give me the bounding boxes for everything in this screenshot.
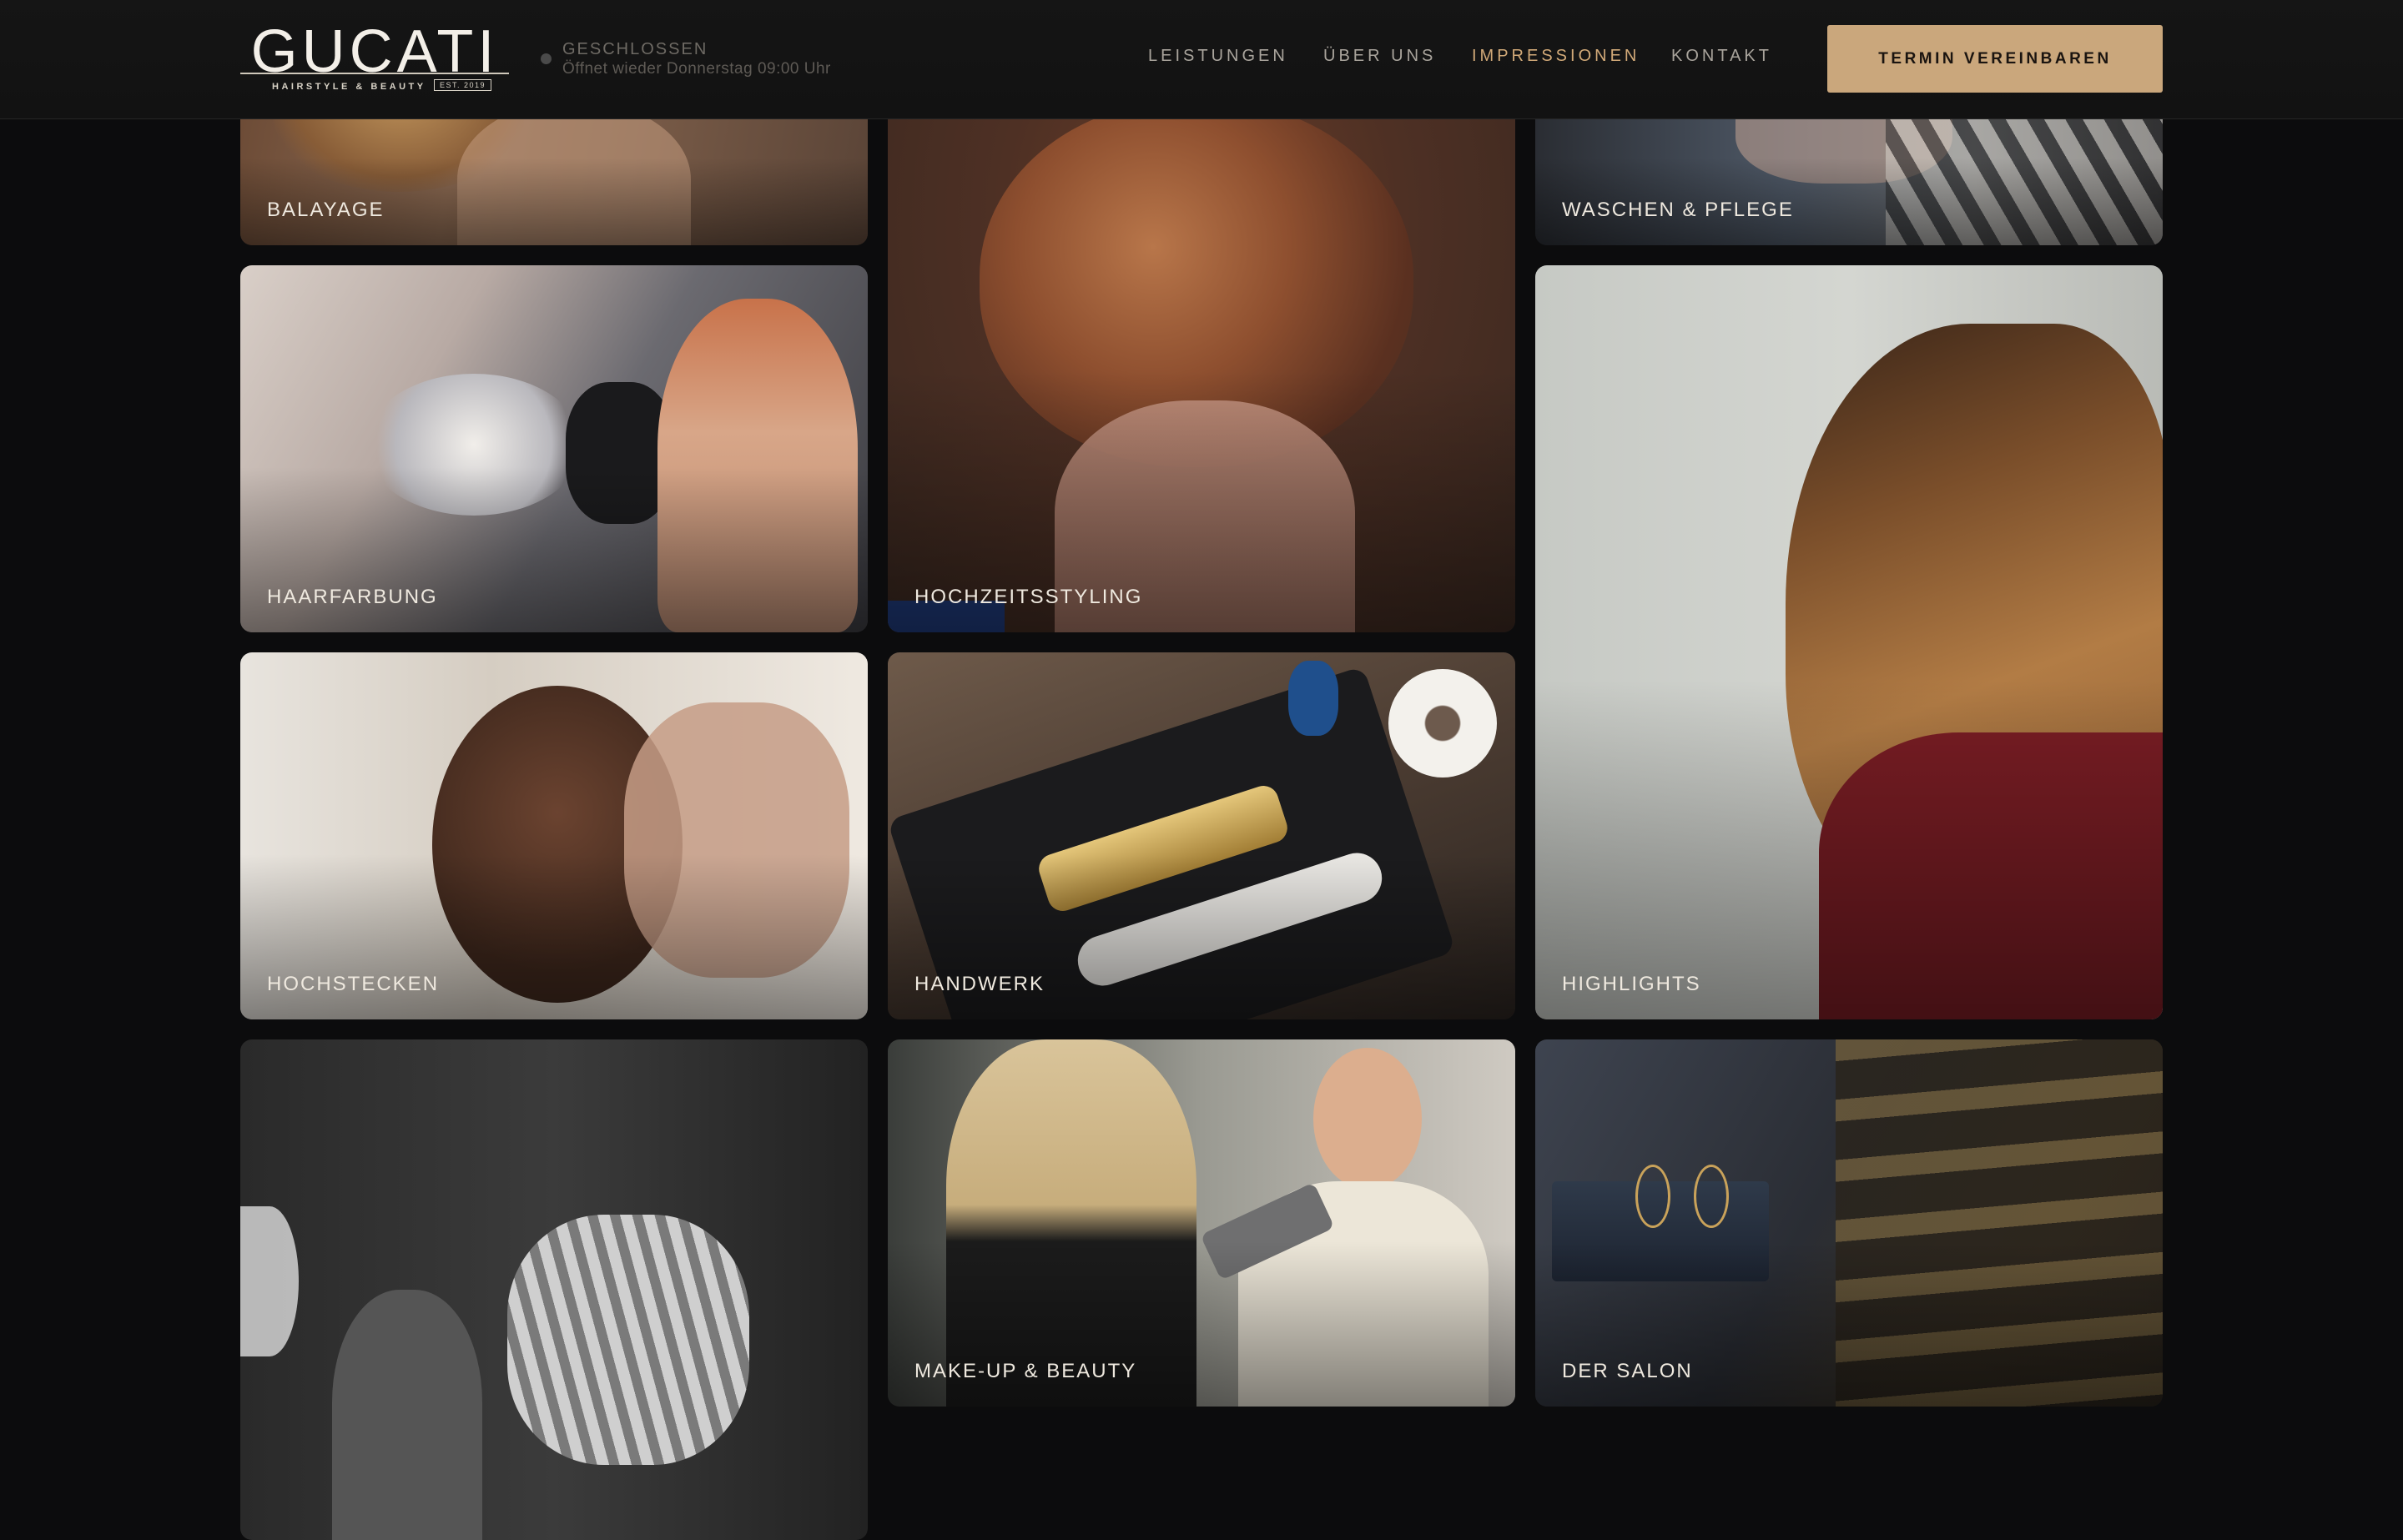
brand-tagline: HAIRSTYLE & BEAUTY	[272, 82, 426, 92]
nav-item-leistungen[interactable]: LEISTUNGEN	[1148, 47, 1288, 66]
brand-name: GUCATI	[250, 18, 499, 85]
tile-shade	[1535, 680, 2163, 1019]
nav-item-impressionen[interactable]: IMPRESSIONEN	[1472, 47, 1640, 66]
status-note: Öffnet wieder Donnerstag 09:00 Uhr	[562, 60, 831, 78]
foil-head-bw	[507, 1215, 749, 1465]
gallery-tile-make-up-beauty[interactable]: MAKE-UP & BEAUTY	[888, 1039, 1515, 1407]
salon-mirror-2	[1694, 1165, 1729, 1228]
gallery-tile-hochstecken[interactable]: HOCHSTECKEN	[240, 652, 868, 1019]
logo-divider	[240, 73, 509, 74]
gallery-tile-foil-bw[interactable]	[240, 1039, 868, 1540]
blue-bottle	[1288, 661, 1338, 736]
tile-caption: WASCHEN & PFLEGE	[1562, 199, 1794, 221]
mirror-bw	[240, 1206, 299, 1356]
tile-caption: HOCHSTECKEN	[267, 973, 440, 995]
tile-caption: HAARFARBUNG	[267, 586, 438, 608]
nav-item-ueber-uns[interactable]: ÜBER UNS	[1323, 47, 1436, 66]
nav-item-kontakt[interactable]: KONTAKT	[1671, 47, 1772, 66]
status-dot-icon	[541, 53, 552, 64]
gallery-tile-haarfarbung[interactable]: HAARFARBUNG	[240, 265, 868, 632]
tile-caption: MAKE-UP & BEAUTY	[914, 1360, 1137, 1382]
tile-caption: HIGHLIGHTS	[1562, 973, 1701, 995]
book-appointment-button[interactable]: TERMIN VEREINBAREN	[1827, 25, 2163, 93]
tile-caption: HANDWERK	[914, 973, 1045, 995]
gallery-tile-highlights[interactable]: HIGHLIGHTS	[1535, 265, 2163, 1019]
tile-caption: DER SALON	[1562, 1360, 1693, 1382]
gallery-tile-hochzeitsstyling[interactable]: HOCHZEITSSTYLING	[888, 50, 1515, 632]
tile-caption: BALAYAGE	[267, 199, 385, 221]
status-state: GESCHLOSSEN	[562, 40, 708, 58]
salon-mirror-1	[1635, 1165, 1670, 1228]
paper-roll	[1388, 669, 1497, 778]
gallery-tile-der-salon[interactable]: DER SALON	[1535, 1039, 2163, 1407]
stylist-bw	[332, 1290, 482, 1540]
tile-caption: HOCHZEITSSTYLING	[914, 586, 1143, 608]
site-header: GUCATI HAIRSTYLE & BEAUTY EST. 2019 GESC…	[0, 0, 2403, 119]
gallery-tile-handwerk[interactable]: HANDWERK	[888, 652, 1515, 1019]
brand-est-badge: EST. 2019	[434, 79, 492, 91]
brand-logo[interactable]: GUCATI HAIRSTYLE & BEAUTY EST. 2019	[240, 18, 509, 98]
client-face	[1313, 1048, 1422, 1190]
